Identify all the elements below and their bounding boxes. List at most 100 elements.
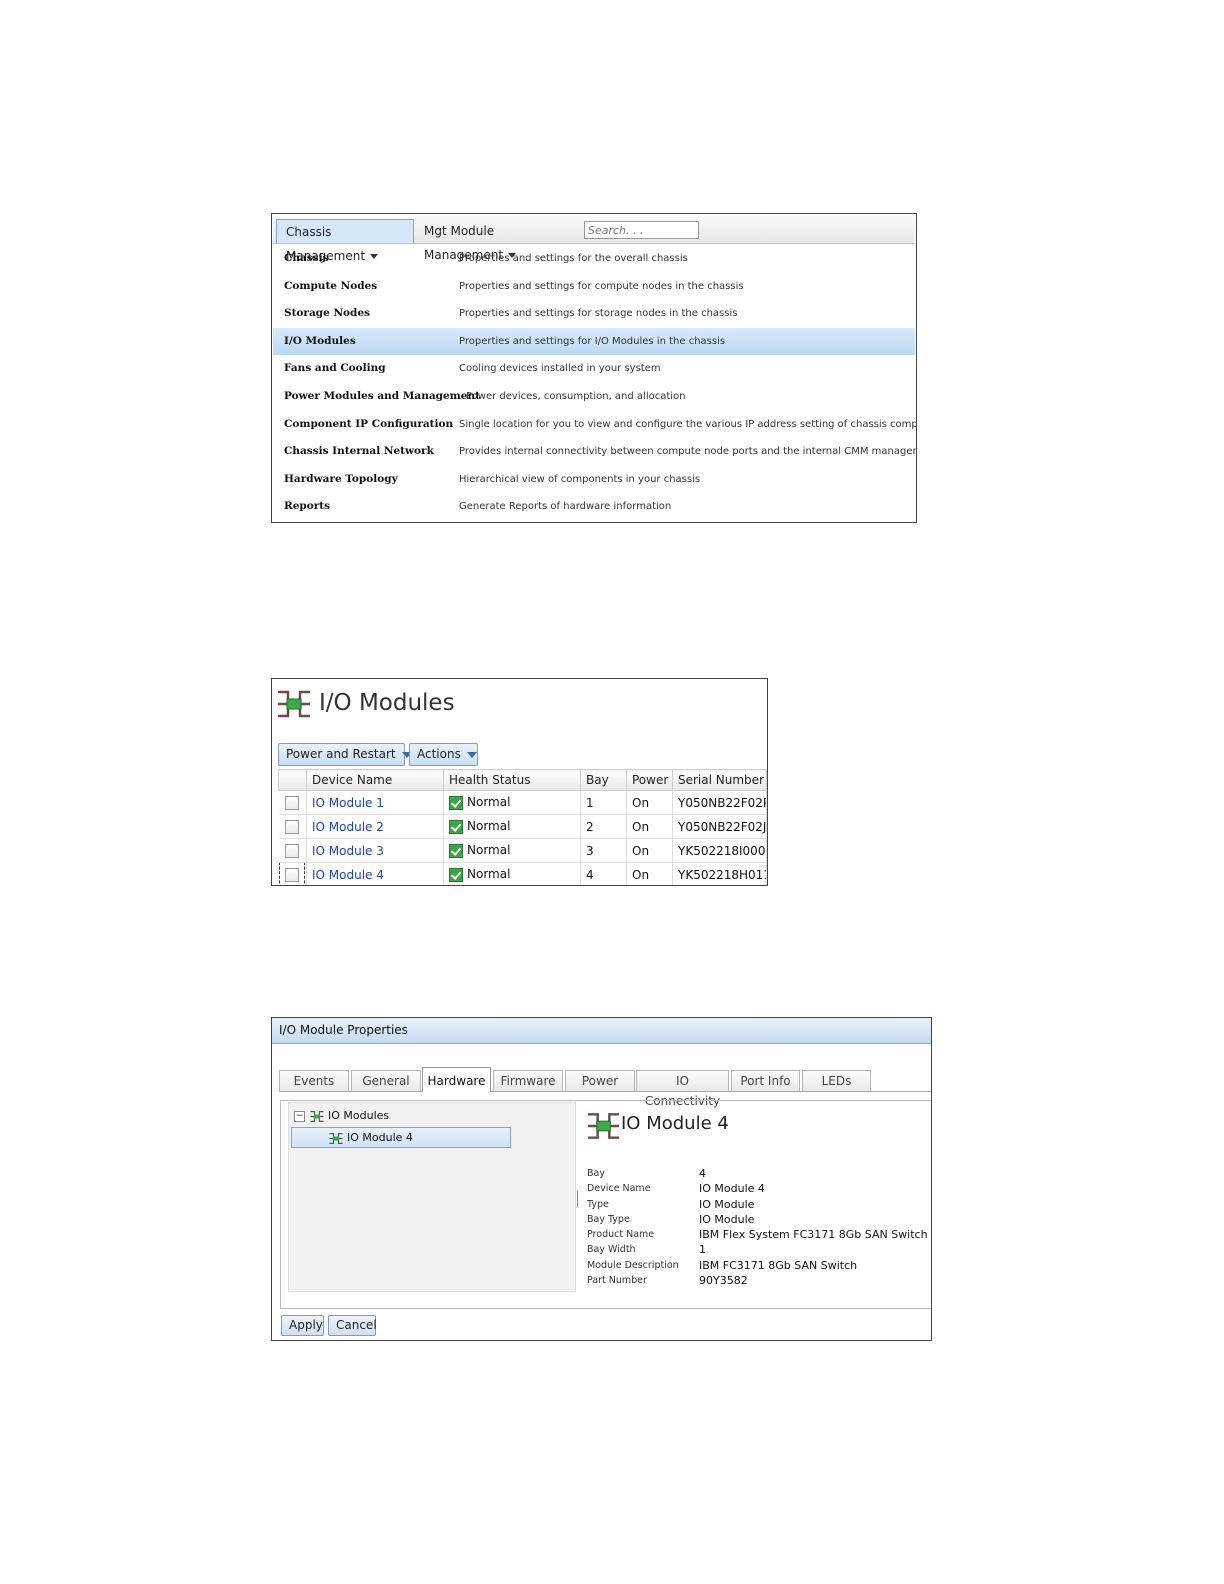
serial-cell: YK502218I000	[672, 838, 767, 863]
menu-item-chassis[interactable]: Chassis Properties and settings for the o…	[273, 245, 915, 273]
menu-item-component-ip[interactable]: Component IP Configuration Single locatio…	[273, 411, 917, 439]
io-module-icon	[587, 1113, 620, 1139]
bay-cell: 1	[580, 790, 627, 815]
tab-general[interactable]: General	[351, 1070, 421, 1091]
device-name-link[interactable]: IO Module 1	[312, 796, 384, 810]
page-title: I/O Modules	[319, 690, 455, 716]
property-value: IBM FC3171 8Gb SAN Switch	[699, 1258, 858, 1272]
tab-firmware[interactable]: Firmware	[493, 1070, 563, 1091]
menu-item-name: Chassis Internal Network	[284, 445, 434, 458]
menu-item-internal-network[interactable]: Chassis Internal Network Provides interna…	[273, 438, 917, 466]
property-label: Device Name	[587, 1183, 651, 1195]
search-input[interactable]	[584, 221, 699, 239]
health-status: Normal	[467, 795, 511, 810]
detail-pane: IO Module 4 Bay 4 Device Name IO Module 4 …	[581, 1102, 931, 1290]
io-modules-table: Device Name Health Status Bay Power Seri…	[278, 769, 767, 885]
io-module-icon	[310, 1110, 324, 1122]
tree-node-root[interactable]: − IO Modules	[294, 1109, 389, 1123]
menu-item-power-modules[interactable]: Power Modules and Management Power device…	[273, 383, 915, 411]
table-header-row: Device Name Health Status Bay Power Seri…	[278, 769, 767, 791]
apply-button[interactable]: Apply	[281, 1315, 324, 1336]
menu-item-fans-cooling[interactable]: Fans and Cooling Cooling devices installe…	[273, 355, 915, 383]
bay-cell: 3	[580, 838, 627, 863]
property-label: Part Number	[587, 1275, 647, 1287]
menu-item-name: Compute Nodes	[284, 279, 378, 292]
menu-item-storage-nodes[interactable]: Storage Nodes Properties and settings for…	[273, 300, 915, 328]
menu-item-reports[interactable]: Reports Generate Reports of hardware info…	[273, 493, 915, 521]
menu-item-desc: Hierarchical view of components in your …	[459, 473, 701, 485]
property-value: IO Module	[699, 1212, 755, 1226]
health-status: Normal	[467, 843, 511, 858]
device-name-link[interactable]: IO Module 2	[312, 820, 384, 834]
tab-power[interactable]: Power	[565, 1070, 635, 1091]
menu-item-name: Hardware Topology	[284, 472, 398, 485]
property-value: 4	[699, 1167, 706, 1180]
chassis-management-tab[interactable]: Chassis Management	[276, 219, 414, 263]
column-header-serial-number[interactable]: Serial Number	[672, 769, 767, 791]
health-status: Normal	[467, 819, 511, 834]
property-value: 90Y3582	[699, 1274, 748, 1288]
io-module-icon	[278, 690, 310, 718]
menu-item-desc: Properties and settings for I/O Modules …	[459, 335, 726, 347]
property-label: Module Description	[587, 1259, 679, 1271]
detail-title: IO Module 4	[621, 1113, 729, 1134]
cancel-button[interactable]: Cancel	[328, 1315, 377, 1336]
column-header-bay[interactable]: Bay	[580, 769, 627, 791]
bay-cell: 2	[580, 814, 627, 839]
tab-io-connectivity[interactable]: IO Connectivity	[636, 1070, 729, 1108]
table-row: IO Module 3 Normal 3 On YK502218I000	[278, 838, 767, 863]
menu-item-desc: Provides internal connectivity between c…	[459, 446, 917, 458]
column-header-device-name[interactable]: Device Name	[306, 769, 444, 791]
serial-cell: Y050NB22F02J	[672, 814, 767, 839]
status-ok-icon	[449, 843, 463, 858]
menu-item-name: Reports	[284, 500, 331, 513]
mgt-module-management-tab[interactable]: Mgt Module Management	[415, 219, 575, 262]
actions-button[interactable]: Actions	[409, 743, 478, 766]
properties-body: − IO Modules IO Module 4 IO Module 4 Bay 4…	[280, 1100, 931, 1309]
menu-item-name: Chassis	[284, 252, 329, 264]
menu-bar: Chassis Management Mgt Module Management	[273, 215, 915, 263]
serial-cell: YK502218H011	[672, 862, 767, 885]
power-cell: On	[626, 790, 673, 815]
pane-splitter[interactable]	[577, 1191, 578, 1207]
table-row: IO Module 4 Normal 4 On YK502218H011	[278, 862, 767, 885]
menu-item-desc: Properties and settings for storage node…	[459, 308, 738, 320]
menu-item-compute-nodes[interactable]: Compute Nodes Properties and settings for…	[273, 273, 915, 301]
menu-item-name: Fans and Cooling	[284, 362, 386, 375]
row-checkbox[interactable]	[285, 843, 300, 858]
tab-hardware[interactable]: Hardware	[422, 1067, 491, 1092]
menu-item-desc: Single location for you to view and conf…	[459, 418, 917, 430]
properties-tabs: Events General Hardware Firmware Power I…	[279, 1067, 931, 1108]
tab-port-info[interactable]: Port Info	[731, 1070, 800, 1091]
tab-leds[interactable]: LEDs	[802, 1070, 871, 1091]
dialog-title: I/O Module Properties	[272, 1018, 931, 1044]
menu-item-hardware-topology[interactable]: Hardware Topology Hierarchical view of co…	[273, 466, 915, 494]
column-header-health-status[interactable]: Health Status	[443, 769, 581, 791]
tree-node-io-module-4[interactable]: IO Module 4	[291, 1127, 511, 1148]
tree-root-label: IO Modules	[328, 1109, 390, 1122]
menu-item-desc: Power devices, consumption, and allocati…	[466, 390, 686, 402]
menu-item-desc: Properties and settings for compute node…	[459, 280, 744, 292]
row-checkbox[interactable]	[285, 819, 300, 834]
device-name-link[interactable]: IO Module 3	[312, 844, 384, 858]
table-row: IO Module 1 Normal 1 On Y050NB22F02P	[278, 790, 767, 815]
row-checkbox[interactable]	[285, 795, 300, 810]
select-column-header[interactable]	[278, 769, 307, 791]
property-value: IO Module 4	[699, 1182, 765, 1196]
status-ok-icon	[449, 795, 463, 810]
device-name-link[interactable]: IO Module 4	[312, 868, 384, 882]
property-label: Bay	[587, 1168, 605, 1179]
menu-item-name: I/O Modules	[284, 334, 356, 347]
menu-item-io-modules[interactable]: I/O Modules Properties and settings for I…	[273, 327, 915, 356]
power-and-restart-button[interactable]: Power and Restart	[278, 743, 412, 766]
property-value: IO Module	[699, 1197, 755, 1211]
column-header-power[interactable]: Power	[626, 769, 673, 791]
table-row: IO Module 2 Normal 2 On Y050NB22F02J	[278, 814, 767, 839]
io-module-properties-dialog: I/O Module Properties Events General Har…	[271, 1017, 932, 1341]
row-checkbox[interactable]	[279, 862, 306, 885]
power-cell: On	[626, 862, 673, 885]
tab-events[interactable]: Events	[279, 1070, 349, 1091]
property-value: 1	[699, 1243, 706, 1257]
collapse-icon[interactable]: −	[294, 1110, 305, 1122]
status-ok-icon	[449, 867, 463, 882]
